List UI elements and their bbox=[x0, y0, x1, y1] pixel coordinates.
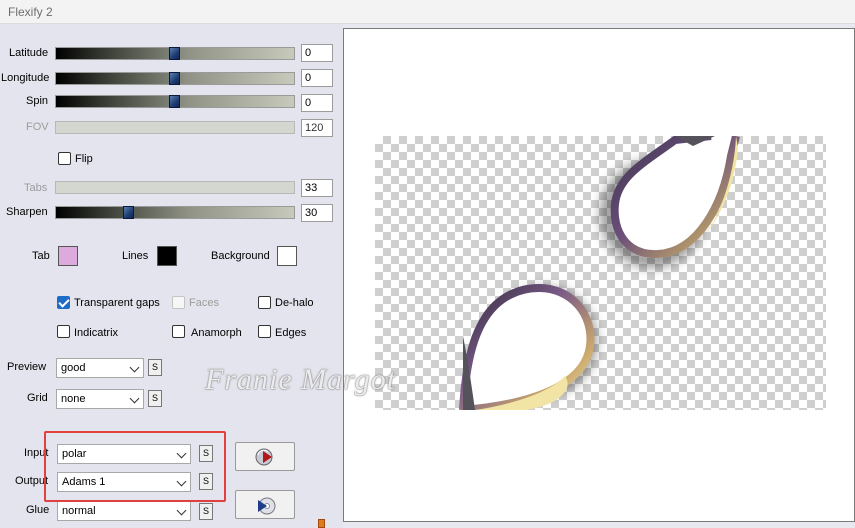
glue-dropdown[interactable]: normal bbox=[57, 501, 191, 521]
grid-label: Grid bbox=[27, 392, 48, 404]
sharpen-label: Sharpen bbox=[6, 206, 48, 218]
disc-arrow-icon bbox=[258, 497, 276, 515]
watermark-text: Franie Margot bbox=[205, 363, 397, 396]
grid-dropdown-value: none bbox=[61, 393, 86, 405]
de-halo-checkbox[interactable] bbox=[258, 296, 271, 309]
fov-value-field: 120 bbox=[301, 119, 333, 137]
chevron-down-icon bbox=[129, 362, 140, 373]
tab-color-label: Tab bbox=[32, 250, 50, 262]
edges-label: Edges bbox=[275, 327, 307, 339]
background-color-label: Background bbox=[211, 250, 270, 262]
indicatrix-label: Indicatrix bbox=[74, 327, 119, 339]
fov-slider bbox=[55, 121, 295, 134]
preview-canvas[interactable] bbox=[343, 28, 855, 522]
grid-s-button[interactable]: S bbox=[148, 390, 162, 407]
transparent-gaps-label: Transparent gaps bbox=[74, 297, 160, 309]
transparent-gaps-checkbox[interactable] bbox=[57, 296, 70, 309]
edges-checkbox[interactable] bbox=[258, 325, 271, 338]
lines-color-swatch[interactable] bbox=[157, 246, 177, 266]
render-globe-button[interactable] bbox=[235, 442, 295, 471]
latitude-value-field[interactable]: 0 bbox=[301, 44, 333, 62]
resize-grip-icon[interactable] bbox=[318, 519, 325, 528]
flip-label: Flip bbox=[75, 153, 93, 165]
preview-area bbox=[343, 24, 855, 528]
glue-dropdown-value: normal bbox=[62, 505, 96, 517]
preview-dropdown[interactable]: good bbox=[56, 358, 144, 378]
spin-value-field[interactable]: 0 bbox=[301, 94, 333, 112]
controls-panel: Latitude 0 Longitude 0 Spin 0 FOV 120 Fl… bbox=[0, 24, 343, 528]
anamorph-checkbox[interactable] bbox=[172, 325, 185, 338]
longitude-slider-thumb[interactable] bbox=[169, 72, 180, 85]
background-color-swatch[interactable] bbox=[277, 246, 297, 266]
flip-checkbox[interactable] bbox=[58, 152, 71, 165]
sharpen-slider-thumb[interactable] bbox=[123, 206, 134, 219]
latitude-label: Latitude bbox=[9, 47, 49, 59]
render-disc-button[interactable] bbox=[235, 490, 295, 519]
spin-slider[interactable] bbox=[55, 95, 295, 108]
spin-slider-thumb[interactable] bbox=[169, 95, 180, 108]
sharpen-value-field[interactable]: 30 bbox=[301, 204, 333, 222]
faces-checkbox bbox=[172, 296, 185, 309]
window-title: Flexify 2 bbox=[8, 5, 53, 19]
grid-dropdown[interactable]: none bbox=[56, 389, 144, 409]
tabs-label: Tabs bbox=[24, 182, 48, 194]
glue-label: Glue bbox=[26, 504, 50, 516]
chevron-down-icon bbox=[129, 393, 140, 404]
tabs-slider bbox=[55, 181, 295, 194]
tab-color-swatch[interactable] bbox=[58, 246, 78, 266]
fov-label: FOV bbox=[26, 121, 49, 133]
latitude-slider[interactable] bbox=[55, 47, 295, 60]
longitude-label: Longitude bbox=[1, 72, 50, 84]
globe-arrow-icon bbox=[255, 448, 273, 466]
spin-label: Spin bbox=[26, 95, 49, 107]
longitude-value-field[interactable]: 0 bbox=[301, 69, 333, 87]
sharpen-slider[interactable] bbox=[55, 206, 295, 219]
latitude-slider-thumb[interactable] bbox=[169, 47, 180, 60]
glue-s-button[interactable]: S bbox=[199, 503, 213, 520]
flexified-shapes bbox=[459, 132, 740, 414]
title-bar: Flexify 2 bbox=[0, 0, 855, 24]
anamorph-label: Anamorph bbox=[191, 327, 242, 339]
chevron-down-icon bbox=[176, 505, 187, 516]
indicatrix-checkbox[interactable] bbox=[57, 325, 70, 338]
preview-dropdown-value: good bbox=[61, 362, 86, 374]
transparency-checkerboard bbox=[375, 132, 826, 414]
lines-color-label: Lines bbox=[122, 250, 149, 262]
tabs-value-field[interactable]: 33 bbox=[301, 179, 333, 197]
de-halo-label: De-halo bbox=[275, 297, 314, 309]
longitude-slider[interactable] bbox=[55, 72, 295, 85]
preview-s-button[interactable]: S bbox=[148, 359, 162, 376]
input-output-highlight bbox=[44, 431, 226, 502]
preview-label: Preview bbox=[7, 361, 47, 373]
faces-label: Faces bbox=[189, 297, 219, 309]
